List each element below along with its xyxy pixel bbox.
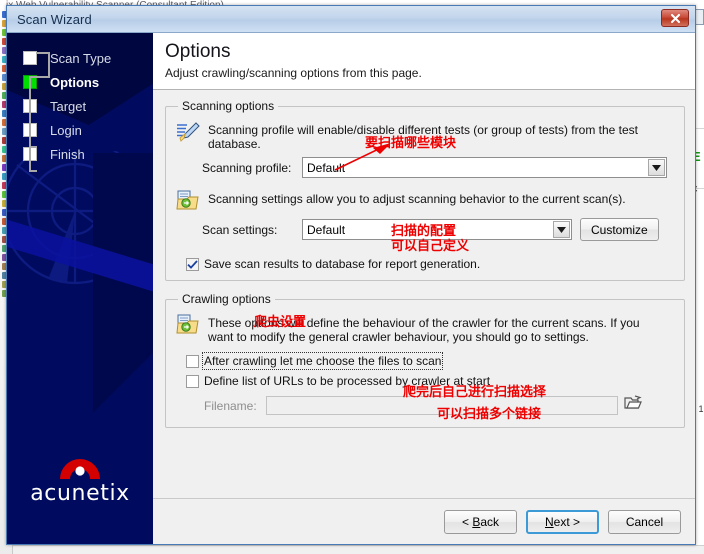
acunetix-logo-mark	[56, 451, 104, 479]
folder-settings-icon	[176, 190, 200, 212]
crawling-options-legend: Crawling options	[182, 292, 271, 306]
folder-settings-icon	[176, 314, 200, 336]
annotation-define-urls-note: 可以扫描多个链接	[437, 407, 542, 422]
scanning-profile-row: Scanning profile: Default	[202, 157, 674, 178]
sidebar-step-label: Login	[50, 122, 82, 138]
cancel-button[interactable]: Cancel	[608, 509, 681, 534]
scan-settings-label: Scan settings:	[202, 222, 278, 237]
annotation-after-crawling-note: 爬完后自己进行扫描选择	[403, 385, 547, 400]
wizard-steps: Scan Type Options Target Login Finish	[7, 33, 153, 172]
sidebar-step-scan-type[interactable]: Scan Type	[23, 46, 153, 70]
dialog-footer: < Back Next > Cancel	[153, 498, 695, 544]
scan-settings-description-row: Scanning settings allow you to adjust sc…	[176, 190, 674, 212]
wizard-content: Options Adjust crawling/scanning options…	[153, 33, 695, 544]
scan-settings-description: Scanning settings allow you to adjust sc…	[208, 192, 626, 206]
checkbox-icon[interactable]	[186, 354, 199, 368]
next-button[interactable]: Next >	[526, 509, 599, 534]
crawling-options-group: Crawling options These options will defi…	[165, 292, 685, 428]
filename-label: Filename:	[204, 398, 257, 413]
annotation-arrow-icon	[334, 143, 391, 171]
annotation-crawling-note: 爬虫设置	[254, 315, 307, 330]
acunetix-logo: acunetix	[7, 451, 153, 506]
sidebar-step-finish[interactable]: Finish	[23, 142, 153, 166]
page-body: Scanning options Scanning profile will e…	[153, 90, 695, 498]
back-button[interactable]: < Back	[444, 509, 517, 534]
save-results-label: Save scan results to database for report…	[204, 257, 481, 271]
pen-highlighter-icon	[176, 121, 200, 143]
step-marker-icon	[23, 51, 37, 65]
scanning-profile-label: Scanning profile:	[202, 160, 292, 175]
step-connector	[29, 170, 37, 172]
step-connector	[29, 76, 37, 78]
sidebar-step-options[interactable]: Options	[23, 70, 153, 94]
sidebar-step-label: Scan Type	[50, 50, 112, 66]
chevron-down-icon[interactable]	[553, 221, 570, 238]
step-connector	[48, 52, 50, 78]
page-title: Options	[165, 41, 231, 62]
close-icon[interactable]	[661, 9, 689, 27]
scanning-options-legend: Scanning options	[182, 99, 275, 113]
save-results-checkbox-row[interactable]: Save scan results to database for report…	[186, 257, 674, 271]
screen: ix Web Vulnerability Scanner (Consultant…	[0, 0, 704, 554]
scan-settings-value: Default	[307, 222, 346, 237]
customize-button[interactable]: Customize	[580, 218, 659, 241]
chevron-down-icon[interactable]	[648, 159, 665, 176]
sidebar-step-label: Finish	[50, 146, 85, 162]
checkbox-icon[interactable]	[186, 374, 199, 388]
after-crawling-checkbox-row[interactable]: After crawling let me choose the files t…	[186, 352, 674, 370]
sidebar-step-target[interactable]: Target	[23, 94, 153, 118]
step-connector	[29, 76, 31, 172]
scan-wizard-dialog: Scan Wizard Scan Type Options Target Log…	[6, 5, 696, 545]
dialog-title-bar: Scan Wizard	[7, 6, 695, 33]
annotation-settings-note: 扫描的配置 可以自己定义	[391, 224, 469, 254]
dialog-title: Scan Wizard	[17, 11, 92, 27]
background-status-bar	[13, 545, 704, 554]
sidebar-step-login[interactable]: Login	[23, 118, 153, 142]
open-folder-icon[interactable]	[624, 395, 642, 416]
acunetix-logo-text: acunetix	[30, 481, 130, 506]
step-connector	[29, 146, 37, 148]
after-crawling-label: After crawling let me choose the files t…	[201, 352, 444, 370]
sidebar-step-label: Options	[50, 74, 100, 90]
step-connector	[36, 76, 50, 78]
sidebar-step-label: Target	[50, 98, 87, 114]
page-subtitle: Adjust crawling/scanning options from th…	[165, 66, 422, 80]
crawling-description-row: These options will define the behaviour …	[176, 314, 674, 344]
checkbox-icon[interactable]	[186, 257, 199, 271]
page-header: Options Adjust crawling/scanning options…	[153, 33, 695, 90]
wizard-sidebar: Scan Type Options Target Login Finish acunet…	[7, 33, 153, 544]
annotation-settings-line2: 可以自己定义	[391, 239, 470, 254]
annotation-settings-line1: 扫描的配置	[391, 224, 457, 239]
